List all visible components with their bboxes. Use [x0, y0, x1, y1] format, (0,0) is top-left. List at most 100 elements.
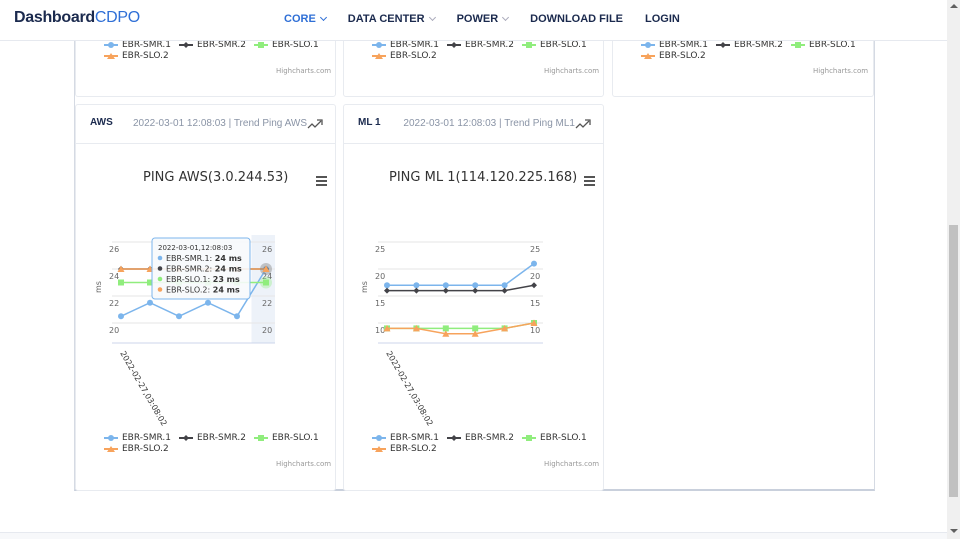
nav-core[interactable]: CORE — [284, 13, 327, 25]
legend-item-ebr-smr-2[interactable]: EBR-SMR.2 — [179, 433, 246, 443]
legend-item-ebr-slo-2[interactable]: EBR-SLO.2 — [104, 444, 169, 454]
chevron-down-icon — [319, 13, 327, 22]
trend-up-icon[interactable] — [307, 118, 323, 130]
legend-square-icon — [522, 434, 536, 442]
nav-core-label: CORE — [284, 13, 316, 25]
top-navbar: DashboardCDPO CORE DATA CENTER POWER DOW… — [0, 0, 947, 41]
legend-square-icon — [254, 434, 268, 442]
main-nav: CORE DATA CENTER POWER DOWNLOAD FILE LOG… — [284, 13, 702, 25]
scrollbar-thumb[interactable] — [949, 225, 958, 497]
legend-item-ebr-smr-2[interactable]: EBR-SMR.2 — [447, 433, 514, 443]
legend-label: EBR-SLO.1 — [272, 40, 319, 50]
legend-item-ebr-slo-2[interactable]: EBR-SLO.2 — [641, 51, 706, 61]
highcharts-credits-link[interactable]: Highcharts.com — [276, 460, 331, 468]
legend-label: EBR-SLO.2 — [390, 444, 437, 454]
legend-diamond-icon — [179, 434, 193, 442]
nav-login-label: LOGIN — [645, 13, 680, 25]
legend-triangle-icon — [372, 445, 386, 453]
highcharts-credits-link[interactable]: Highcharts.com — [544, 460, 599, 468]
legend-diamond-icon — [716, 41, 730, 49]
chevron-down-icon — [502, 13, 510, 22]
nav-download-file[interactable]: DOWNLOAD FILE — [530, 13, 623, 25]
nav-login[interactable]: LOGIN — [645, 13, 680, 25]
legend-item-ebr-smr-1[interactable]: EBR-SMR.1 — [104, 433, 171, 443]
card-header: AWS 2022-03-01 12:08:03 | Trend Ping AWS — [76, 105, 335, 144]
scroll-down-arrow-icon[interactable] — [950, 529, 958, 533]
legend-label: EBR-SMR.1 — [390, 433, 439, 443]
legend-label: EBR-SMR.2 — [734, 40, 783, 50]
legend-diamond-icon — [179, 41, 193, 49]
card-subtitle: 2022-03-01 12:08:03 | Trend Ping AWS — [132, 118, 307, 129]
legend-label: EBR-SLO.1 — [809, 40, 856, 50]
legend-square-icon — [522, 41, 536, 49]
scroll-up-arrow-icon[interactable] — [950, 4, 958, 8]
page-footer — [0, 532, 947, 539]
legend-item-ebr-smr-1[interactable]: EBR-SMR.1 — [641, 40, 708, 50]
chart-title: PING ML 1(114.120.225.168) — [389, 170, 578, 185]
card-subtitle: 2022-03-01 12:08:03 | Trend Ping ML1 — [403, 118, 575, 129]
chart-menu-icon[interactable] — [584, 176, 595, 186]
legend-item-ebr-smr-1[interactable]: EBR-SMR.1 — [372, 40, 439, 50]
legend-triangle-icon — [372, 52, 386, 60]
legend-label: EBR-SMR.2 — [197, 40, 246, 50]
legend-circle-icon — [372, 41, 386, 49]
legend-label: EBR-SMR.1 — [659, 40, 708, 50]
legend-label: EBR-SMR.2 — [465, 40, 514, 50]
legend-triangle-icon — [104, 52, 118, 60]
chart-title: PING AWS(3.0.244.53) — [143, 170, 289, 185]
highcharts-credits-link[interactable]: Highcharts.com — [813, 67, 868, 75]
legend-item-ebr-slo-1[interactable]: EBR-SLO.1 — [254, 40, 319, 50]
legend-label: EBR-SLO.2 — [390, 51, 437, 61]
legend-label: EBR-SMR.2 — [465, 433, 514, 443]
legend-triangle-icon — [104, 445, 118, 453]
legend-circle-icon — [104, 41, 118, 49]
legend-label: EBR-SMR.1 — [122, 433, 171, 443]
legend-square-icon — [791, 41, 805, 49]
nav-data-center-label: DATA CENTER — [347, 13, 425, 25]
nav-data-center[interactable]: DATA CENTER — [347, 13, 436, 25]
legend-label: EBR-SLO.2 — [122, 444, 169, 454]
legend-label: EBR-SLO.1 — [272, 433, 319, 443]
legend-circle-icon — [641, 41, 655, 49]
legend-item-ebr-smr-1[interactable]: EBR-SMR.1 — [372, 433, 439, 443]
legend-label: EBR-SLO.2 — [659, 51, 706, 61]
legend-circle-icon — [104, 434, 118, 442]
legend-item-ebr-slo-1[interactable]: EBR-SLO.1 — [791, 40, 856, 50]
legend-label: EBR-SMR.1 — [390, 40, 439, 50]
brand-logo[interactable]: DashboardCDPO — [14, 9, 140, 27]
legend-item-ebr-slo-1[interactable]: EBR-SLO.1 — [522, 433, 587, 443]
legend-diamond-icon — [447, 41, 461, 49]
chart-menu-icon[interactable] — [316, 176, 327, 186]
legend-item-ebr-smr-2[interactable]: EBR-SMR.2 — [179, 40, 246, 50]
highcharts-credits-link[interactable]: Highcharts.com — [276, 67, 331, 75]
brand-part-2: CDPO — [94, 9, 140, 26]
legend-diamond-icon — [447, 434, 461, 442]
legend-item-ebr-slo-1[interactable]: EBR-SLO.1 — [522, 40, 587, 50]
highcharts-credits-link[interactable]: Highcharts.com — [544, 67, 599, 75]
legend-label: EBR-SLO.2 — [122, 51, 169, 61]
nav-power[interactable]: POWER — [456, 13, 510, 25]
legend-item-ebr-smr-2[interactable]: EBR-SMR.2 — [447, 40, 514, 50]
legend-circle-icon — [372, 434, 386, 442]
brand-part-1: Dashboard — [14, 9, 95, 26]
legend-item-ebr-slo-2[interactable]: EBR-SLO.2 — [372, 444, 437, 454]
vertical-scrollbar[interactable] — [947, 0, 960, 539]
legend-triangle-icon — [641, 52, 655, 60]
trend-up-icon[interactable] — [575, 118, 591, 130]
chevron-down-icon — [428, 13, 436, 22]
card-title: ML 1 — [358, 117, 381, 128]
legend-item-ebr-slo-2[interactable]: EBR-SLO.2 — [104, 51, 169, 61]
legend-item-ebr-smr-2[interactable]: EBR-SMR.2 — [716, 40, 783, 50]
legend-label: EBR-SMR.2 — [197, 433, 246, 443]
legend-label: EBR-SMR.1 — [122, 40, 171, 50]
card-header: ML 1 2022-03-01 12:08:03 | Trend Ping ML… — [344, 105, 603, 144]
nav-power-label: POWER — [456, 13, 499, 25]
card-title: AWS — [90, 117, 113, 128]
legend-label: EBR-SLO.1 — [540, 40, 587, 50]
legend-label: EBR-SLO.1 — [540, 433, 587, 443]
legend-item-ebr-smr-1[interactable]: EBR-SMR.1 — [104, 40, 171, 50]
legend-item-ebr-slo-2[interactable]: EBR-SLO.2 — [372, 51, 437, 61]
legend-item-ebr-slo-1[interactable]: EBR-SLO.1 — [254, 433, 319, 443]
legend-square-icon — [254, 41, 268, 49]
nav-download-file-label: DOWNLOAD FILE — [530, 13, 624, 25]
